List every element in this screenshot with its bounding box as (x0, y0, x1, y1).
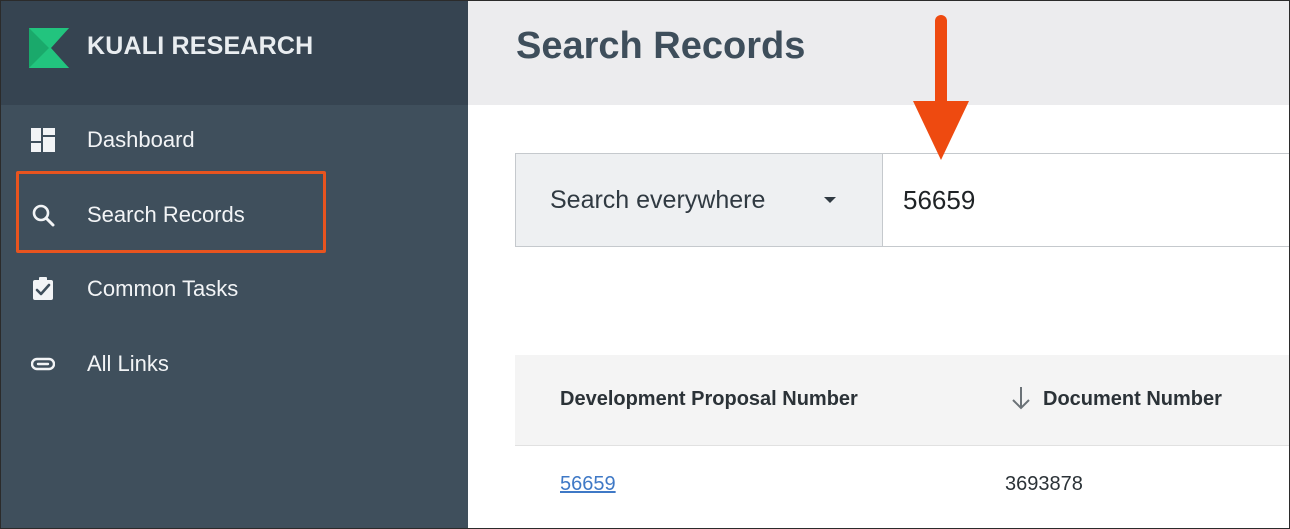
column-header-document-number[interactable]: Document Number (1043, 388, 1222, 411)
table-row: 56659 3693878 (515, 446, 1289, 526)
page-header: Search Records (468, 1, 1289, 105)
link-icon (31, 352, 55, 376)
column-header-development-proposal-number[interactable]: Development Proposal Number (560, 388, 858, 411)
dashboard-icon (31, 128, 55, 152)
results-table-header: Development Proposal Number Document Num… (515, 355, 1289, 446)
sidebar-item-all-links[interactable]: All Links (1, 344, 468, 384)
sidebar-item-label: Common Tasks (87, 276, 239, 301)
search-scope-label: Search everywhere (550, 186, 766, 214)
annotation-arrow-icon (913, 15, 969, 160)
page-title: Search Records (516, 25, 806, 67)
clipboard-check-icon (31, 277, 55, 301)
search-scope-dropdown[interactable]: Search everywhere (516, 154, 883, 246)
search-input[interactable] (883, 154, 1289, 246)
brand-header[interactable]: KUALI RESEARCH (1, 1, 468, 105)
sidebar-item-common-tasks[interactable]: Common Tasks (1, 269, 468, 309)
app-window: KUALI RESEARCH Dashboard Search Records … (0, 0, 1290, 529)
caret-down-icon (824, 197, 836, 203)
search-bar: Search everywhere (515, 153, 1289, 247)
proposal-number-link[interactable]: 56659 (560, 473, 616, 496)
brand-name: KUALI RESEARCH (87, 32, 314, 60)
sidebar-item-label: Dashboard (87, 127, 195, 152)
active-item-highlight (16, 171, 326, 253)
sidebar: KUALI RESEARCH Dashboard Search Records … (1, 1, 468, 528)
sidebar-item-dashboard[interactable]: Dashboard (1, 120, 468, 160)
sort-descending-icon[interactable] (1011, 385, 1031, 411)
kuali-logo-icon (29, 28, 69, 68)
document-number-cell: 3693878 (1005, 473, 1083, 495)
sidebar-item-label: All Links (87, 351, 169, 376)
